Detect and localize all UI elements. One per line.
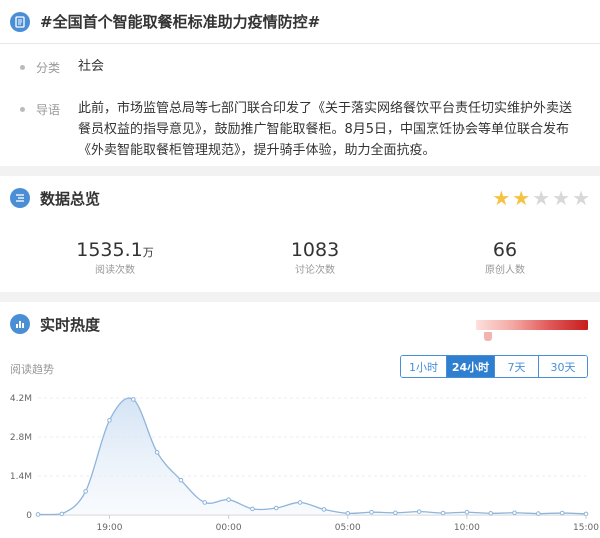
star-empty-icon: ★ <box>572 186 590 210</box>
range-24h-button[interactable]: 24小时 <box>447 356 495 377</box>
data-point <box>83 489 88 494</box>
data-point <box>273 505 279 511</box>
trend-label: 阅读趋势 <box>10 363 54 376</box>
stat-unit: 万 <box>142 246 154 259</box>
y-tick-label: 4.2M <box>10 394 32 404</box>
bullet-dot-icon <box>20 65 25 70</box>
bar-chart-icon <box>10 314 30 334</box>
data-point <box>178 477 184 483</box>
range-30d-button[interactable]: 30天 <box>539 356 587 377</box>
stat-label: 原创人数 <box>485 265 525 276</box>
data-point <box>59 511 65 517</box>
read-trend-chart: 0 1.4M 2.8M 4.2M 19:00 00:00 05:00 10:00 15:00 <box>10 394 599 533</box>
y-tick-label: 2.8M <box>10 433 32 443</box>
data-point <box>393 510 398 516</box>
stats-title: 数据总览 <box>40 189 101 208</box>
star-empty-icon: ★ <box>532 186 551 210</box>
stat-author-count: 66 原创人数 <box>405 238 600 279</box>
bullet-dot-icon <box>20 107 25 112</box>
stat-label: 阅读次数 <box>95 265 135 276</box>
data-point <box>250 506 255 512</box>
data-point <box>297 500 303 505</box>
stat-read-count: 1535.1万 阅读次数 <box>15 238 215 279</box>
heat-level-bar <box>476 320 588 330</box>
x-tick-label: 05:00 <box>335 523 361 533</box>
stat-discuss-count: 1083 讨论次数 <box>215 238 415 279</box>
range-selector: 1小时 24小时 7天 30天 <box>400 355 588 378</box>
data-point <box>464 509 470 515</box>
lead-value: 此前，市场监管总局等七部门联合印发了《关于落实网络餐饮平台责任切实维护外卖送餐员… <box>78 101 573 158</box>
y-tick-label: 1.4M <box>10 472 32 482</box>
x-tick-label: 00:00 <box>216 523 242 533</box>
heat-level-marker <box>484 332 492 341</box>
category-key: 分类 <box>36 61 61 75</box>
lead-key: 导语 <box>36 103 61 117</box>
topic-header: #全国首个智能取餐柜标准助力疫情防控# <box>0 0 600 44</box>
data-point <box>321 507 327 512</box>
x-tick-label: 10:00 <box>454 523 480 533</box>
stat-label: 讨论次数 <box>295 265 335 276</box>
star-empty-icon: ★ <box>552 186 571 210</box>
topic-card: #全国首个智能取餐柜标准助力疫情防控# 分类 社会 导语 此前，市场监管总局等七… <box>0 0 600 166</box>
data-point <box>131 397 136 402</box>
range-7d-button[interactable]: 7天 <box>495 356 539 377</box>
data-point <box>35 512 41 517</box>
data-point <box>345 511 351 516</box>
data-point <box>416 509 422 514</box>
document-icon <box>10 11 30 32</box>
range-1h-button[interactable]: 1小时 <box>401 356 447 377</box>
data-point <box>202 500 208 505</box>
y-tick-label: 0 <box>26 511 32 521</box>
star-filled-icon: ★ <box>492 186 511 210</box>
data-point <box>369 509 374 515</box>
data-point <box>488 511 493 516</box>
topic-title: #全国首个智能取餐柜标准助力疫情防控# <box>40 13 321 31</box>
star-filled-icon: ★ <box>512 186 531 210</box>
rating-stars: ★ ★ ★ ★ ★ <box>492 188 590 208</box>
data-point <box>154 450 160 455</box>
x-tick-label: 19:00 <box>97 523 123 533</box>
stat-value: 1083 <box>290 239 340 261</box>
heat-title: 实时热度 <box>40 315 101 334</box>
data-point <box>559 510 565 516</box>
stat-value: 1535.1 <box>76 239 143 261</box>
list-icon <box>10 188 30 208</box>
data-point <box>536 511 541 516</box>
stat-value: 66 <box>492 239 518 261</box>
category-value: 社会 <box>78 59 105 74</box>
data-point <box>107 417 112 423</box>
data-point <box>226 497 231 502</box>
x-tick-label: 15:00 <box>573 523 599 533</box>
data-point <box>512 510 517 516</box>
data-point <box>440 510 446 516</box>
heat-card: 实时热度 阅读趋势 1小时 24小时 7天 30天 0 1.4M 2.8M 4.2M 1… <box>0 302 600 538</box>
stats-card: 数据总览 ★ ★ ★ ★ ★ 1535.1万 阅读次数 1083 讨论次数 66 原创人… <box>0 176 600 292</box>
series-area <box>38 398 586 515</box>
